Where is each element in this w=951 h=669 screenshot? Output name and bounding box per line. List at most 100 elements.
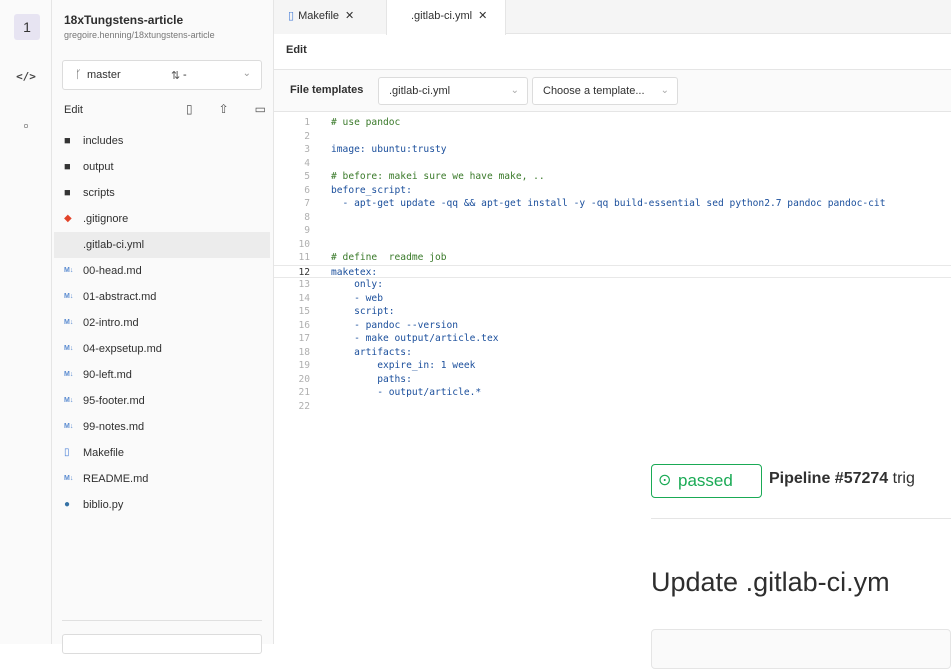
template-type-select[interactable]: .gitlab-ci.yml ⌄ [378, 77, 528, 105]
left-rail: 1 </> ▫ [0, 0, 52, 644]
code-line[interactable]: 17 - make output/article.tex [274, 332, 951, 346]
templates-label: File templates [290, 84, 364, 96]
list-item[interactable]: M↓ 01-abstract.md [54, 284, 270, 310]
code-line[interactable]: 4 [274, 157, 951, 171]
select-value: Choose a template... [543, 85, 645, 97]
project-name[interactable]: 18xTungstens-article [64, 13, 183, 27]
list-item[interactable]: M↓ README.md [54, 466, 270, 492]
list-item[interactable]: ■ scripts [54, 180, 270, 206]
close-icon[interactable]: ✕ [345, 10, 354, 22]
template-choice-select[interactable]: Choose a template... ⌄ [532, 77, 678, 105]
line-number: 14 [298, 292, 310, 304]
line-number: 6 [304, 184, 310, 196]
code-line[interactable]: 6 before_script: [274, 184, 951, 198]
edit-mode-tab[interactable]: Edit [286, 44, 307, 56]
list-item[interactable]: M↓ 04-expsetup.md [54, 336, 270, 362]
line-number: 7 [304, 198, 310, 209]
file-tree-panel: 18xTungstens-article gregoire.henning/18… [52, 0, 274, 654]
code-line[interactable]: 13 only: [274, 278, 951, 292]
code-text: artifacts: [331, 346, 412, 358]
tab-makefile[interactable]: ▯ Makefile ✕ [274, 0, 386, 34]
file-label: Makefile [83, 447, 124, 459]
status-badge[interactable]: ⊙ passed [651, 464, 762, 498]
pipeline-info: Pipeline #57274 trig [769, 470, 915, 488]
branch-name: master [87, 69, 121, 81]
list-item[interactable]: ■ includes [54, 128, 270, 154]
markdown-icon: M↓ [64, 293, 74, 300]
pipeline-link[interactable]: Pipeline #57274 [769, 470, 888, 487]
markdown-icon: M↓ [64, 319, 74, 326]
code-editor[interactable]: 1 # use pandoc 2 3 image: ubuntu:trusty 4 5 # b… [274, 113, 951, 453]
upload-icon[interactable]: ⇧ [219, 102, 229, 116]
code-line[interactable]: 16 - pandoc --version [274, 319, 951, 333]
code-line[interactable]: 14 - web [274, 292, 951, 306]
branch-icon: ᚴ [75, 69, 82, 81]
code-line[interactable]: 22 [274, 400, 951, 414]
file-label: 95-footer.md [83, 395, 145, 407]
folder-icon: ■ [64, 135, 71, 147]
project-avatar[interactable]: 1 [14, 14, 40, 40]
markdown-icon: M↓ [64, 267, 74, 274]
list-item[interactable]: .gitlab-ci.yml [54, 232, 270, 258]
list-item[interactable]: M↓ 02-intro.md [54, 310, 270, 336]
line-number: 20 [298, 373, 310, 385]
line-number: 12 [298, 266, 310, 278]
chevron-down-icon: ⌄ [242, 68, 251, 79]
file-label: .gitlab-ci.yml [83, 239, 145, 251]
code-text: - pandoc --version [331, 319, 459, 331]
code-line[interactable]: 9 [274, 224, 951, 238]
tab-label: Makefile [298, 10, 340, 22]
code-line[interactable]: 1 # use pandoc [274, 116, 951, 130]
branch-selector[interactable]: ᚴ master ⇅ - ⌄ [62, 60, 262, 90]
code-line[interactable]: 11 # define readme job [274, 251, 951, 265]
status-text: passed [678, 471, 733, 490]
divider [651, 518, 951, 519]
file-label: 90-left.md [83, 369, 132, 381]
file-label: README.md [83, 473, 149, 485]
chevron-down-icon: ⌄ [660, 85, 669, 96]
list-item[interactable]: M↓ 90-left.md [54, 362, 270, 388]
commit-panel-icon[interactable]: ▫ [0, 118, 52, 133]
file-label: 02-intro.md [83, 317, 139, 329]
code-text: # use pandoc [331, 117, 401, 128]
code-icon[interactable]: </> [0, 70, 52, 83]
divider [62, 620, 262, 621]
code-line[interactable]: 7 - apt-get update -qq && apt-get instal… [274, 197, 951, 211]
code-text: - web [331, 292, 383, 304]
file-label: 04-expsetup.md [83, 343, 162, 355]
code-line[interactable]: 10 [274, 238, 951, 252]
code-line[interactable]: 18 artifacts: [274, 346, 951, 360]
new-file-icon[interactable]: ▯ [186, 102, 193, 116]
code-line[interactable]: 12 maketex: [274, 264, 951, 278]
list-item[interactable]: ▯ Makefile [54, 440, 270, 466]
markdown-icon: M↓ [64, 423, 74, 430]
list-item[interactable]: M↓ 00-head.md [54, 258, 270, 284]
list-item[interactable]: M↓ 95-footer.md [54, 388, 270, 414]
list-item[interactable]: ◆ .gitignore [54, 206, 270, 232]
list-item[interactable]: M↓ 99-notes.md [54, 414, 270, 440]
code-line[interactable]: 8 [274, 211, 951, 225]
code-line[interactable]: 20 paths: [274, 373, 951, 387]
list-item[interactable]: ■ output [54, 154, 270, 180]
tab-gitlab-ci[interactable]: .gitlab-ci.yml ✕ [386, 0, 506, 35]
code-line[interactable]: 15 script: [274, 305, 951, 319]
close-icon[interactable]: ✕ [478, 10, 487, 22]
code-text: - apt-get update -qq && apt-get install … [331, 198, 886, 209]
code-line[interactable]: 5 # before: makei sure we have make, .. [274, 170, 951, 184]
file-label: output [83, 161, 114, 173]
file-label: biblio.py [83, 499, 124, 511]
list-item[interactable]: ● biblio.py [54, 492, 270, 518]
markdown-icon: M↓ [64, 345, 74, 352]
line-number: 10 [298, 238, 310, 250]
code-text: image: ubuntu:trusty [331, 144, 447, 155]
new-folder-icon[interactable]: ▭ [255, 102, 266, 116]
code-text: # define readme job [331, 252, 447, 263]
line-number: 19 [298, 360, 310, 371]
code-line[interactable]: 2 [274, 130, 951, 144]
file-label: 00-head.md [83, 265, 142, 277]
code-line[interactable]: 21 - output/article.* [274, 386, 951, 400]
code-line[interactable]: 3 image: ubuntu:trusty [274, 143, 951, 157]
folder-icon: ■ [64, 161, 71, 173]
commit-button[interactable] [62, 634, 262, 654]
code-line[interactable]: 19 expire_in: 1 week [274, 359, 951, 373]
